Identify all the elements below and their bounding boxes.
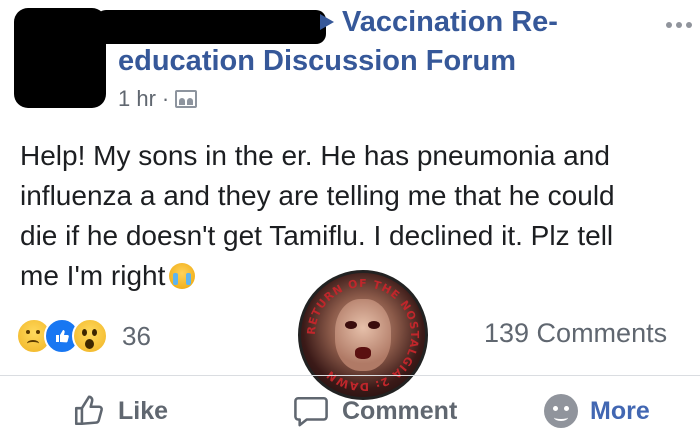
post-text-line: die if he doesn't get Tamiflu. I decline… xyxy=(20,220,614,251)
meta-separator: · xyxy=(161,86,170,111)
post-meta: 1 hr · xyxy=(118,86,198,112)
more-label: More xyxy=(590,396,650,425)
ellipsis-icon[interactable] xyxy=(666,22,692,28)
group-name-continued[interactable]: education Discussion Forum xyxy=(118,45,516,78)
crying-face-icon xyxy=(169,263,196,289)
post-timestamp[interactable]: 1 hr xyxy=(118,86,156,112)
redacted-name xyxy=(96,10,326,44)
reactions-summary[interactable]: 36 xyxy=(16,318,151,354)
comments-count[interactable]: 139 Comments xyxy=(484,318,667,349)
wow-reaction-icon xyxy=(72,318,108,354)
like-label: Like xyxy=(118,396,169,425)
group-name[interactable]: Vaccination Re- xyxy=(342,6,558,39)
badge-ring-text: RETURN OF THE NOSTALGIA 2: DAWN xyxy=(305,277,420,393)
post-header: Vaccination Re- education Discussion For… xyxy=(0,0,700,118)
post-actions: Like Comment More xyxy=(0,380,700,446)
arrow-right-icon xyxy=(320,14,334,30)
comment-icon xyxy=(294,396,328,427)
comment-label: Comment xyxy=(342,396,458,425)
more-button[interactable]: More xyxy=(544,394,650,428)
post-text-line-content: me I'm right xyxy=(20,260,166,291)
actions-divider xyxy=(0,375,700,376)
like-button[interactable]: Like xyxy=(72,394,168,428)
group-icon xyxy=(175,90,198,108)
comment-button[interactable]: Comment xyxy=(292,394,457,428)
reaction-count[interactable]: 36 xyxy=(122,321,151,352)
redacted-avatar xyxy=(14,8,106,108)
like-icon xyxy=(74,395,103,426)
profile-avatar-icon xyxy=(544,394,578,428)
post-text-line: influenza a and they are telling me that… xyxy=(20,180,615,211)
post-text-line: Help! My sons in the er. He has pneumoni… xyxy=(20,140,610,171)
